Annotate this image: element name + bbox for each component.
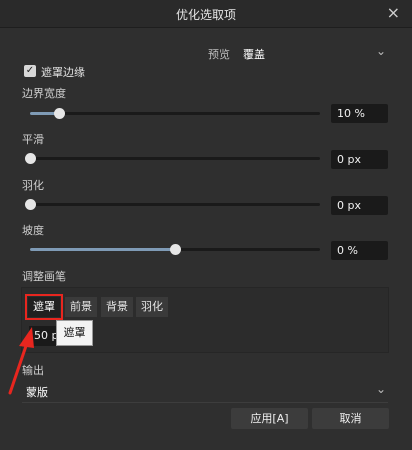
brush-group-title: 调整画笔 xyxy=(22,270,66,283)
mask-edges-checkbox[interactable]: ✓ xyxy=(24,65,36,77)
close-icon[interactable]: × xyxy=(387,3,400,22)
smooth-slider[interactable] xyxy=(25,153,320,164)
ramp-value[interactable]: 0 % xyxy=(331,241,388,260)
cancel-button[interactable]: 取消 xyxy=(312,408,389,429)
border-width-slider[interactable] xyxy=(30,108,320,119)
slider-fill xyxy=(30,248,175,251)
tab-background[interactable]: 背景 xyxy=(101,297,133,317)
chevron-down-icon[interactable]: ⌄ xyxy=(376,382,386,396)
border-width-label: 边界宽度 xyxy=(22,87,66,100)
slider-thumb[interactable] xyxy=(25,199,36,210)
preview-label: 预览 xyxy=(208,48,230,61)
feather-value[interactable]: 0 px xyxy=(331,196,388,215)
feather-slider[interactable] xyxy=(25,199,320,210)
mask-edges-label: 遮罩边缘 xyxy=(41,66,85,79)
tooltip: 遮罩 xyxy=(56,320,93,346)
tab-mask[interactable]: 遮罩 xyxy=(25,294,63,320)
feather-label: 羽化 xyxy=(22,179,44,192)
slider-thumb[interactable] xyxy=(25,153,36,164)
title-bar: 优化选取项 × xyxy=(0,0,412,28)
border-width-value[interactable]: 10 % xyxy=(331,104,388,123)
preview-dropdown[interactable]: 覆盖 xyxy=(243,46,265,62)
tab-feather[interactable]: 羽化 xyxy=(136,297,168,317)
ramp-slider[interactable] xyxy=(30,244,320,255)
tab-foreground[interactable]: 前景 xyxy=(65,297,97,317)
divider xyxy=(22,402,388,403)
output-label: 输出 xyxy=(22,364,44,377)
slider-thumb[interactable] xyxy=(170,244,181,255)
apply-button[interactable]: 应用[A] xyxy=(231,408,308,429)
smooth-value[interactable]: 0 px xyxy=(331,150,388,169)
dialog-title: 优化选取项 xyxy=(175,8,236,22)
slider-thumb[interactable] xyxy=(54,108,65,119)
ramp-label: 坡度 xyxy=(22,224,44,237)
smooth-label: 平滑 xyxy=(22,133,44,146)
chevron-down-icon[interactable]: ⌄ xyxy=(376,44,386,58)
output-dropdown[interactable]: 蒙版 xyxy=(26,384,48,400)
